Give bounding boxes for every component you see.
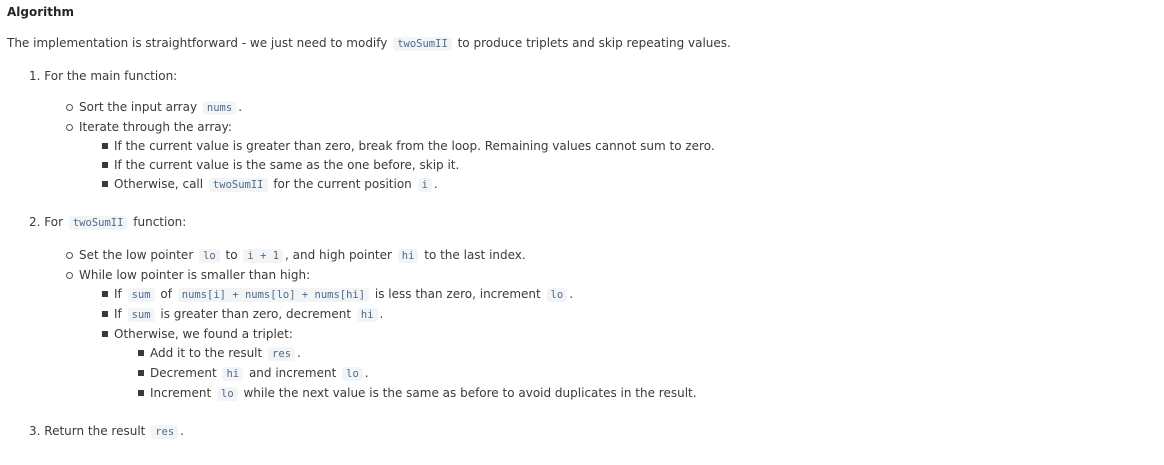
code-res: res xyxy=(151,425,179,439)
item-text-end: to the last index. xyxy=(420,248,526,262)
code-twosumii: twoSumII xyxy=(393,37,452,51)
square-bullet xyxy=(138,370,144,376)
code-twosumii: twoSumII xyxy=(208,178,268,192)
square-bullet xyxy=(138,350,144,356)
item-text-end: . xyxy=(379,307,384,321)
item-text-end: while the next value is the same as befo… xyxy=(239,386,697,400)
code-lo: lo xyxy=(217,387,238,401)
item-text: Otherwise, call xyxy=(114,177,207,191)
circle-bullet xyxy=(66,124,73,131)
item-text-end: . xyxy=(297,346,301,360)
circle-bullet xyxy=(66,252,73,259)
code-hi: hi xyxy=(397,249,419,263)
list-item-set-pointers: Set the low pointer lo to i + 1, and hig… xyxy=(79,247,526,264)
code-hi: hi xyxy=(356,308,378,322)
item-text-mid: of xyxy=(156,287,176,301)
item-text: Set the low pointer xyxy=(79,248,198,262)
square-bullet xyxy=(102,291,108,297)
list-item-less-than-zero: If sum of nums[i] + nums[lo] + nums[hi] … xyxy=(114,286,573,303)
list-item-add-result: Add it to the result res. xyxy=(150,345,301,362)
item-text-end: . xyxy=(364,366,369,380)
list-item-move-pointers: Decrement hi and increment lo. xyxy=(150,365,369,382)
code-i-plus-1: i + 1 xyxy=(243,249,284,263)
square-bullet xyxy=(102,181,108,187)
square-bullet xyxy=(102,311,108,317)
circle-bullet xyxy=(66,104,73,111)
step-text: Return the result xyxy=(44,424,150,438)
item-text-end: . xyxy=(569,287,574,301)
square-bullet xyxy=(102,162,108,168)
item-text-end: . xyxy=(238,100,243,114)
code-lo: lo xyxy=(546,288,568,302)
item-text-mid: is greater than zero, decrement xyxy=(156,307,355,321)
step-1: 1. For the main function: xyxy=(29,68,177,84)
step-text: For the main function: xyxy=(44,69,178,83)
item-text-mid: , and high pointer xyxy=(285,248,396,262)
list-item-skip: If the current value is the same as the … xyxy=(114,158,460,172)
square-bullet xyxy=(102,331,108,337)
item-text: If xyxy=(114,307,126,321)
item-text-mid: is less than zero, increment xyxy=(371,287,545,301)
item-text: Add it to the result xyxy=(150,346,267,360)
step-number: 3. xyxy=(29,424,41,438)
intro-paragraph: The implementation is straightforward - … xyxy=(7,35,731,52)
code-sum: sum xyxy=(127,288,155,302)
code-sum-expression: nums[i] + nums[lo] + nums[hi] xyxy=(177,288,370,302)
step-text: For xyxy=(44,215,67,229)
step-number: 1. xyxy=(29,69,41,83)
code-i: i xyxy=(417,178,432,192)
code-sum: sum xyxy=(127,308,155,322)
step-text-end: . xyxy=(180,424,184,438)
item-text-mid: for the current position xyxy=(269,177,416,191)
code-res: res xyxy=(268,347,296,361)
item-text: Sort the input array xyxy=(79,100,201,114)
section-title: Algorithm xyxy=(7,5,75,19)
item-text: If xyxy=(114,287,126,301)
step-text-end: function: xyxy=(129,215,187,229)
list-item-break: If the current value is greater than zer… xyxy=(114,139,715,153)
code-lo: lo xyxy=(342,367,363,381)
intro-text: The implementation is straightforward - … xyxy=(7,36,392,50)
code-twosumii: twoSumII xyxy=(68,216,128,230)
list-item-while: While low pointer is smaller than high: xyxy=(79,268,311,282)
item-text-end: . xyxy=(433,177,438,191)
intro-text-end: to produce triplets and skip repeating v… xyxy=(453,36,731,50)
code-lo: lo xyxy=(199,249,220,263)
list-item-sort: Sort the input array nums. xyxy=(79,99,242,116)
square-bullet xyxy=(138,390,144,396)
step-number: 2. xyxy=(29,215,41,229)
code-nums: nums xyxy=(202,101,237,115)
item-text-mid: and increment xyxy=(245,366,341,380)
item-text: Decrement xyxy=(150,366,221,380)
item-text: Increment xyxy=(150,386,215,400)
step-3: 3. Return the result res. xyxy=(29,423,184,440)
list-item-greater-than-zero: If sum is greater than zero, decrement h… xyxy=(114,306,383,323)
list-item-call: Otherwise, call twoSumII for the current… xyxy=(114,176,438,193)
list-item-skip-duplicates: Increment lo while the next value is the… xyxy=(150,385,697,402)
step-2: 2. For twoSumII function: xyxy=(29,214,186,231)
code-hi: hi xyxy=(222,367,244,381)
item-text-mid: to xyxy=(221,248,242,262)
list-item-triplet: Otherwise, we found a triplet: xyxy=(114,327,293,341)
square-bullet xyxy=(102,143,108,149)
circle-bullet xyxy=(66,272,73,279)
list-item-iterate: Iterate through the array: xyxy=(79,120,232,134)
